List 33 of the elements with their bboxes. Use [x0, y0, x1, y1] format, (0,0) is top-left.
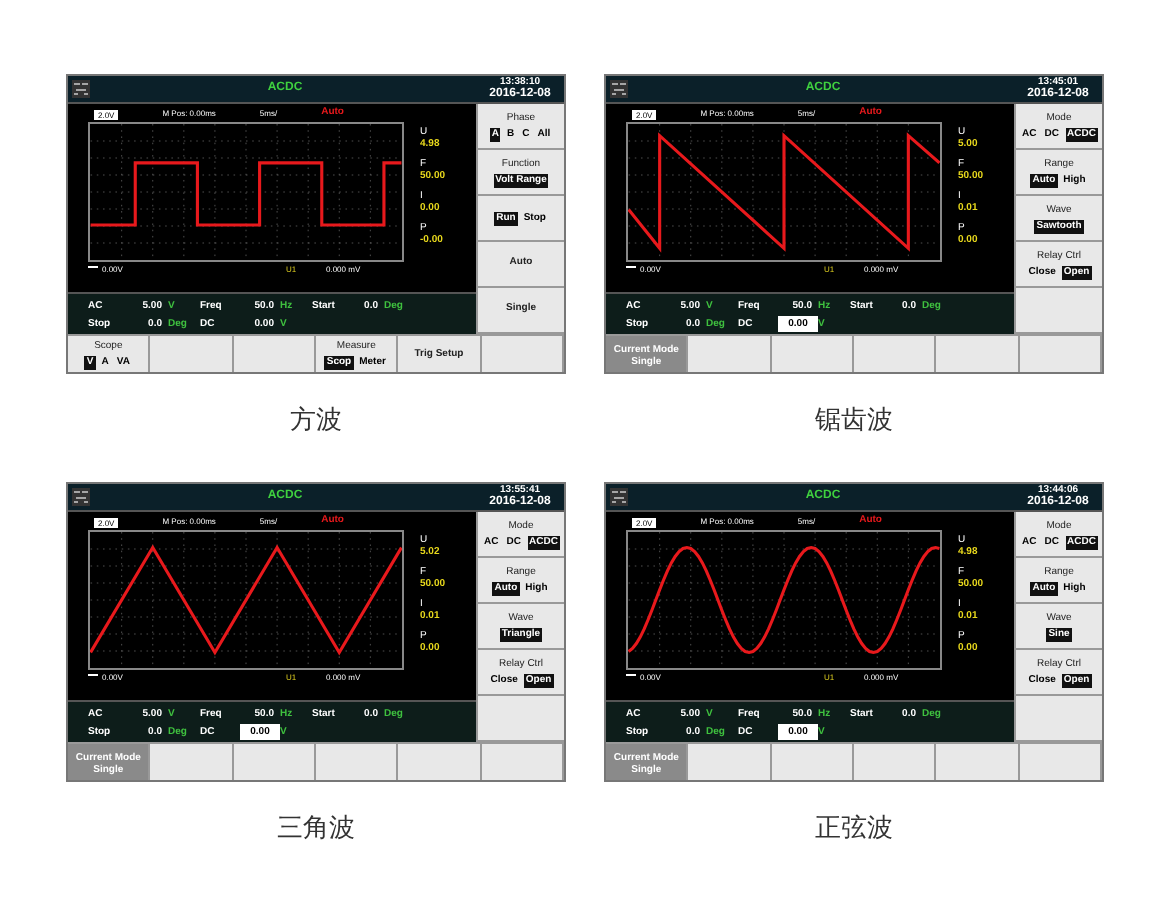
blank-key[interactable]: [1016, 696, 1102, 742]
blank-key[interactable]: [478, 696, 564, 742]
blank-key[interactable]: [481, 336, 564, 372]
blank-key[interactable]: [150, 744, 234, 780]
ground-icon: [626, 266, 636, 274]
blank-key[interactable]: [398, 744, 482, 780]
logo-icon: [610, 488, 628, 506]
ground-icon: [626, 674, 636, 682]
figure-caption: 三角波: [277, 814, 355, 846]
blank-key[interactable]: [688, 336, 772, 372]
blank-key[interactable]: [936, 744, 1020, 780]
logo-icon: [610, 80, 628, 98]
blank-key[interactable]: [853, 336, 937, 372]
figure-caption: 方波: [290, 406, 342, 438]
ground-icon: [88, 266, 98, 274]
logo-icon: [72, 80, 90, 98]
blank-key[interactable]: [853, 744, 937, 780]
blank-key[interactable]: [315, 744, 399, 780]
blank-key[interactable]: [1019, 744, 1102, 780]
blank-key[interactable]: [233, 336, 316, 372]
blank-key[interactable]: [150, 336, 234, 372]
blank-key[interactable]: [1019, 336, 1102, 372]
figure-caption: 正弦波: [815, 814, 893, 846]
figure-caption: 锯齿波: [815, 406, 893, 438]
blank-key[interactable]: [771, 744, 854, 780]
ground-icon: [88, 674, 98, 682]
blank-key[interactable]: [1016, 288, 1102, 334]
blank-key[interactable]: [936, 336, 1020, 372]
logo-icon: [72, 488, 90, 506]
blank-key[interactable]: [233, 744, 316, 780]
blank-key[interactable]: [771, 336, 854, 372]
blank-key[interactable]: [481, 744, 564, 780]
blank-key[interactable]: [688, 744, 772, 780]
